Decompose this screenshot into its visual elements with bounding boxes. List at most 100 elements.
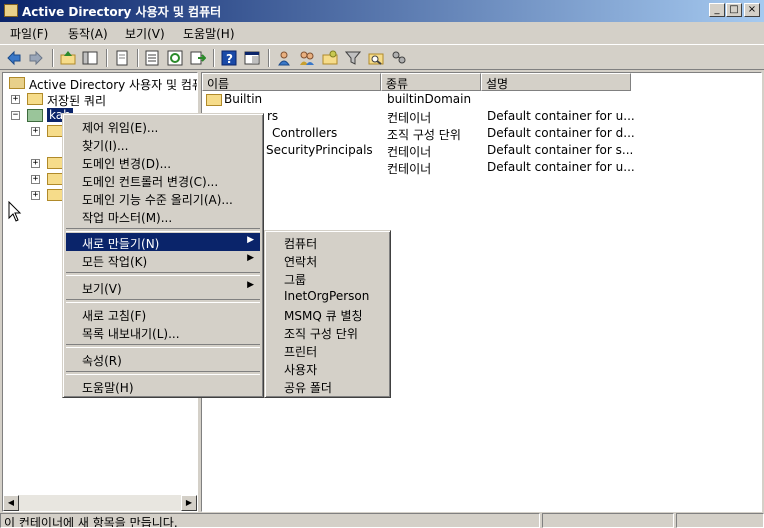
minimize-button[interactable]: _ [709, 3, 725, 17]
window-title: Active Directory 사용자 및 컴퓨터 [22, 5, 222, 19]
menu-item-help[interactable]: 도움말(H) [66, 377, 260, 395]
row-name: rs [267, 109, 279, 123]
expand-icon[interactable]: + [31, 127, 40, 136]
forward-icon[interactable] [28, 50, 44, 66]
list-row[interactable]: Controllers 조직 구성 단위 Default container f… [202, 126, 742, 142]
row-type: builtinDomain [387, 92, 472, 106]
delegate-icon[interactable] [391, 50, 407, 66]
add-group-icon[interactable] [299, 50, 315, 66]
submenu-item-user[interactable]: 사용자 [268, 359, 387, 377]
app-icon [4, 4, 18, 17]
menu-item-refresh[interactable]: 새로 고침(F) [66, 305, 260, 323]
submenu-item-shared-folder[interactable]: 공유 폴더 [268, 377, 387, 395]
new-submenu: 컴퓨터 연락처 그룹 InetOrgPerson MSMQ 큐 별칭 조직 구성… [264, 230, 391, 398]
expand-icon[interactable]: + [31, 159, 40, 168]
row-type: 조직 구성 단위 [387, 128, 461, 142]
menu-file[interactable]: 파일(F) [10, 25, 48, 42]
submenu-item-msmq-alias[interactable]: MSMQ 큐 별칭 [268, 305, 387, 323]
menu-item-view[interactable]: 보기(V) ▶ [66, 278, 260, 296]
menu-item-new[interactable]: 새로 만들기(N) ▶ [66, 233, 260, 251]
menu-separator [66, 344, 260, 348]
list-row[interactable]: 컨테이너 Default container for u... [202, 160, 742, 176]
list-row[interactable]: rs 컨테이너 Default container for u... [202, 109, 742, 125]
submenu-item-inetorgperson[interactable]: InetOrgPerson [268, 287, 387, 305]
maximize-button[interactable]: □ [726, 3, 742, 17]
column-type[interactable]: 종류 [381, 73, 481, 91]
submenu-arrow-icon: ▶ [247, 235, 254, 245]
menu-view[interactable]: 보기(V) [125, 25, 165, 42]
menu-item-properties[interactable]: 속성(R) [66, 350, 260, 368]
folder-icon [47, 125, 63, 137]
folder-icon [47, 189, 63, 201]
refresh-icon[interactable] [167, 50, 183, 66]
menu-item-raise-functional-level[interactable]: 도메인 기능 수준 올리기(A)... [66, 189, 260, 207]
close-button[interactable]: × [744, 3, 760, 17]
find-icon[interactable] [368, 50, 384, 66]
status-text: 이 컨테이너에 새 항목을 만듭니다. [0, 513, 540, 528]
menu-bar: 파일(F) 동작(A) 보기(V) 도움말(H) [0, 22, 764, 42]
up-icon[interactable] [60, 50, 76, 66]
menu-item-find[interactable]: 찾기(I)... [66, 135, 260, 153]
row-type: 컨테이너 [387, 162, 432, 176]
back-icon[interactable] [6, 50, 22, 66]
copy-icon[interactable] [114, 50, 130, 66]
show-tree-icon[interactable] [82, 50, 98, 66]
expand-icon[interactable]: + [31, 175, 40, 184]
status-panel [676, 513, 764, 528]
add-ou-icon[interactable] [322, 50, 338, 66]
toolbar: ? [0, 44, 764, 70]
folder-icon [27, 93, 43, 105]
svg-text:?: ? [226, 52, 233, 66]
row-name: Builtin [224, 92, 263, 106]
status-panel [542, 513, 674, 528]
export-icon[interactable] [190, 50, 206, 66]
list-row[interactable]: Builtin builtinDomain [202, 92, 742, 108]
console-icon[interactable] [244, 50, 260, 66]
menu-item-operations-masters[interactable]: 작업 마스터(M)... [66, 207, 260, 225]
tree-root-label: Active Directory 사용자 및 컴퓨 [29, 78, 198, 92]
menu-item-change-domain[interactable]: 도메인 변경(D)... [66, 153, 260, 171]
properties-icon[interactable] [144, 50, 160, 66]
scroll-right-icon[interactable]: ▶ [181, 495, 197, 511]
submenu-item-contact[interactable]: 연락처 [268, 251, 387, 269]
row-description: Default container for s... [487, 143, 634, 157]
row-description: Default container for u... [487, 109, 635, 123]
expand-icon[interactable]: + [31, 191, 40, 200]
context-menu: 제어 위임(E)... 찾기(I)... 도메인 변경(D)... 도메인 컨트… [62, 113, 264, 398]
ad-console-icon [9, 77, 25, 89]
filter-icon[interactable] [345, 50, 361, 66]
folder-icon [206, 94, 222, 106]
row-description: Default container for u... [487, 160, 635, 174]
list-row[interactable]: SecurityPrincipals 컨테이너 Default containe… [202, 143, 742, 159]
submenu-item-ou[interactable]: 조직 구성 단위 [268, 323, 387, 341]
submenu-item-printer[interactable]: 프린터 [268, 341, 387, 359]
menu-separator [66, 228, 260, 232]
expand-icon[interactable]: + [11, 95, 20, 104]
help-icon[interactable]: ? [221, 50, 237, 66]
menu-separator [66, 371, 260, 375]
domain-icon [27, 109, 43, 122]
submenu-arrow-icon: ▶ [247, 280, 254, 290]
menu-help[interactable]: 도움말(H) [183, 25, 235, 42]
menu-item-all-tasks[interactable]: 모든 작업(K) ▶ [66, 251, 260, 269]
menu-item-delegate-control[interactable]: 제어 위임(E)... [66, 117, 260, 135]
menu-action[interactable]: 동작(A) [68, 25, 108, 42]
scroll-left-icon[interactable]: ◀ [3, 495, 19, 511]
row-description: Default container for d... [487, 126, 635, 140]
row-type: 컨테이너 [387, 145, 432, 159]
submenu-item-group[interactable]: 그룹 [268, 269, 387, 287]
menu-item-export-list[interactable]: 목록 내보내기(L)... [66, 323, 260, 341]
horizontal-scrollbar[interactable]: ◀ ▶ [3, 495, 197, 511]
row-name: Controllers [272, 126, 338, 140]
tree-label: 저장된 쿼리 [47, 94, 107, 108]
column-description[interactable]: 설명 [481, 73, 631, 91]
row-name: SecurityPrincipals [266, 143, 373, 157]
submenu-item-computer[interactable]: 컴퓨터 [268, 233, 387, 251]
collapse-icon[interactable]: − [11, 111, 20, 120]
add-user-icon[interactable] [276, 50, 292, 66]
title-bar[interactable]: Active Directory 사용자 및 컴퓨터 _ □ × [0, 0, 764, 22]
column-name[interactable]: 이름 [202, 73, 381, 91]
row-type: 컨테이너 [387, 111, 432, 125]
status-bar: 이 컨테이너에 새 항목을 만듭니다. [0, 513, 764, 528]
menu-item-change-dc[interactable]: 도메인 컨트롤러 변경(C)... [66, 171, 260, 189]
